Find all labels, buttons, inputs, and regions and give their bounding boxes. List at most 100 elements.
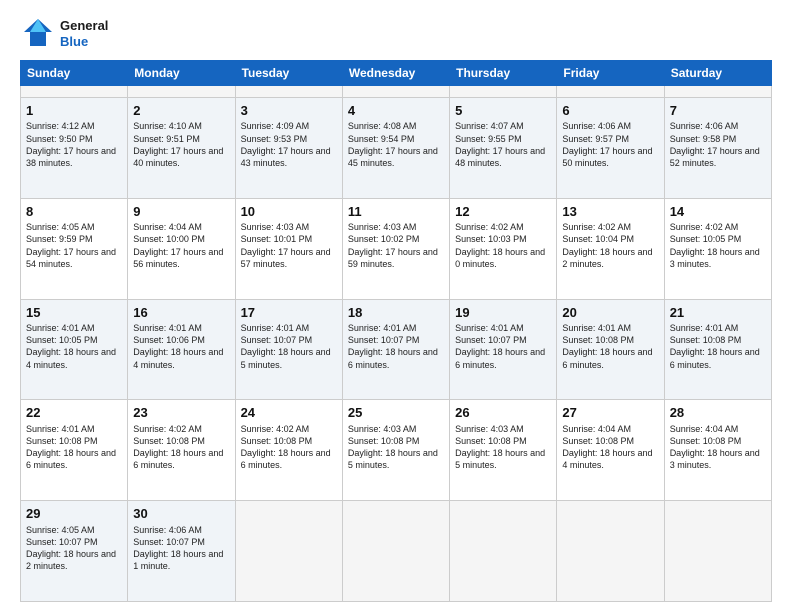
- table-cell: 1 Sunrise: 4:12 AM Sunset: 9:50 PM Dayli…: [21, 97, 128, 198]
- table-cell: [450, 86, 557, 98]
- table-cell: 27 Sunrise: 4:04 AM Sunset: 10:08 PM Day…: [557, 400, 664, 501]
- table-cell: 23 Sunrise: 4:02 AM Sunset: 10:08 PM Day…: [128, 400, 235, 501]
- day-number: 3: [241, 102, 337, 120]
- table-cell: 4 Sunrise: 4:08 AM Sunset: 9:54 PM Dayli…: [342, 97, 449, 198]
- daylight: Daylight: 17 hours and 50 minutes.: [562, 146, 652, 168]
- sunset: Sunset: 10:08 PM: [562, 335, 634, 345]
- table-cell: 10 Sunrise: 4:03 AM Sunset: 10:01 PM Day…: [235, 198, 342, 299]
- sunrise: Sunrise: 4:12 AM: [26, 121, 95, 131]
- sunrise: Sunrise: 4:01 AM: [562, 323, 631, 333]
- logo-line2: Blue: [60, 34, 108, 50]
- day-number: 27: [562, 404, 658, 422]
- daylight: Daylight: 17 hours and 59 minutes.: [348, 247, 438, 269]
- sunset: Sunset: 10:01 PM: [241, 234, 313, 244]
- daylight: Daylight: 18 hours and 5 minutes.: [348, 448, 438, 470]
- sunrise: Sunrise: 4:01 AM: [26, 424, 95, 434]
- day-number: 12: [455, 203, 551, 221]
- day-number: 23: [133, 404, 229, 422]
- table-cell: [21, 86, 128, 98]
- calendar-row: 8 Sunrise: 4:05 AM Sunset: 9:59 PM Dayli…: [21, 198, 772, 299]
- day-number: 13: [562, 203, 658, 221]
- table-cell: 12 Sunrise: 4:02 AM Sunset: 10:03 PM Day…: [450, 198, 557, 299]
- daylight: Daylight: 18 hours and 6 minutes.: [133, 448, 223, 470]
- logo-line1: General: [60, 18, 108, 34]
- day-number: 19: [455, 304, 551, 322]
- table-cell: [450, 501, 557, 602]
- calendar-row: 22 Sunrise: 4:01 AM Sunset: 10:08 PM Day…: [21, 400, 772, 501]
- sunrise: Sunrise: 4:06 AM: [133, 525, 202, 535]
- day-number: 15: [26, 304, 122, 322]
- page: General Blue Sunday Monday Tuesday Wedne…: [0, 0, 792, 612]
- sunset: Sunset: 10:04 PM: [562, 234, 634, 244]
- table-cell: 19 Sunrise: 4:01 AM Sunset: 10:07 PM Day…: [450, 299, 557, 400]
- sunrise: Sunrise: 4:01 AM: [241, 323, 310, 333]
- table-cell: 2 Sunrise: 4:10 AM Sunset: 9:51 PM Dayli…: [128, 97, 235, 198]
- sunset: Sunset: 9:57 PM: [562, 134, 629, 144]
- daylight: Daylight: 17 hours and 40 minutes.: [133, 146, 223, 168]
- daylight: Daylight: 18 hours and 6 minutes.: [670, 347, 760, 369]
- table-cell: 17 Sunrise: 4:01 AM Sunset: 10:07 PM Day…: [235, 299, 342, 400]
- sunrise: Sunrise: 4:02 AM: [241, 424, 310, 434]
- table-cell: 7 Sunrise: 4:06 AM Sunset: 9:58 PM Dayli…: [664, 97, 771, 198]
- sunrise: Sunrise: 4:04 AM: [562, 424, 631, 434]
- day-number: 16: [133, 304, 229, 322]
- sunset: Sunset: 10:07 PM: [455, 335, 527, 345]
- daylight: Daylight: 18 hours and 4 minutes.: [26, 347, 116, 369]
- table-cell: 9 Sunrise: 4:04 AM Sunset: 10:00 PM Dayl…: [128, 198, 235, 299]
- table-cell: 3 Sunrise: 4:09 AM Sunset: 9:53 PM Dayli…: [235, 97, 342, 198]
- table-cell: [557, 86, 664, 98]
- day-number: 1: [26, 102, 122, 120]
- day-number: 26: [455, 404, 551, 422]
- sunrise: Sunrise: 4:04 AM: [133, 222, 202, 232]
- sunset: Sunset: 10:07 PM: [348, 335, 420, 345]
- header: General Blue: [20, 16, 772, 52]
- sunrise: Sunrise: 4:07 AM: [455, 121, 524, 131]
- table-cell: 13 Sunrise: 4:02 AM Sunset: 10:04 PM Day…: [557, 198, 664, 299]
- daylight: Daylight: 18 hours and 4 minutes.: [133, 347, 223, 369]
- sunrise: Sunrise: 4:10 AM: [133, 121, 202, 131]
- logo: General Blue: [20, 16, 108, 52]
- daylight: Daylight: 17 hours and 38 minutes.: [26, 146, 116, 168]
- sunrise: Sunrise: 4:03 AM: [241, 222, 310, 232]
- daylight: Daylight: 18 hours and 0 minutes.: [455, 247, 545, 269]
- logo-text: General Blue: [60, 18, 108, 49]
- table-cell: 11 Sunrise: 4:03 AM Sunset: 10:02 PM Day…: [342, 198, 449, 299]
- table-cell: 6 Sunrise: 4:06 AM Sunset: 9:57 PM Dayli…: [557, 97, 664, 198]
- sunrise: Sunrise: 4:06 AM: [670, 121, 739, 131]
- sunrise: Sunrise: 4:06 AM: [562, 121, 631, 131]
- day-number: 29: [26, 505, 122, 523]
- daylight: Daylight: 18 hours and 6 minutes.: [241, 448, 331, 470]
- sunset: Sunset: 9:50 PM: [26, 134, 93, 144]
- sunrise: Sunrise: 4:01 AM: [26, 323, 95, 333]
- col-monday: Monday: [128, 61, 235, 86]
- table-cell: [342, 86, 449, 98]
- sunset: Sunset: 10:08 PM: [670, 436, 742, 446]
- sunset: Sunset: 10:08 PM: [562, 436, 634, 446]
- sunset: Sunset: 10:08 PM: [455, 436, 527, 446]
- daylight: Daylight: 18 hours and 4 minutes.: [562, 448, 652, 470]
- daylight: Daylight: 17 hours and 57 minutes.: [241, 247, 331, 269]
- sunset: Sunset: 10:08 PM: [348, 436, 420, 446]
- table-cell: 22 Sunrise: 4:01 AM Sunset: 10:08 PM Day…: [21, 400, 128, 501]
- day-number: 6: [562, 102, 658, 120]
- calendar-table: Sunday Monday Tuesday Wednesday Thursday…: [20, 60, 772, 602]
- sunrise: Sunrise: 4:05 AM: [26, 222, 95, 232]
- sunset: Sunset: 9:51 PM: [133, 134, 200, 144]
- col-saturday: Saturday: [664, 61, 771, 86]
- day-number: 9: [133, 203, 229, 221]
- sunrise: Sunrise: 4:01 AM: [348, 323, 417, 333]
- table-cell: 16 Sunrise: 4:01 AM Sunset: 10:06 PM Day…: [128, 299, 235, 400]
- daylight: Daylight: 17 hours and 56 minutes.: [133, 247, 223, 269]
- table-cell: 28 Sunrise: 4:04 AM Sunset: 10:08 PM Day…: [664, 400, 771, 501]
- day-number: 11: [348, 203, 444, 221]
- daylight: Daylight: 17 hours and 48 minutes.: [455, 146, 545, 168]
- daylight: Daylight: 18 hours and 6 minutes.: [348, 347, 438, 369]
- day-number: 2: [133, 102, 229, 120]
- calendar-row: [21, 86, 772, 98]
- day-number: 25: [348, 404, 444, 422]
- table-cell: 24 Sunrise: 4:02 AM Sunset: 10:08 PM Day…: [235, 400, 342, 501]
- col-tuesday: Tuesday: [235, 61, 342, 86]
- day-number: 7: [670, 102, 766, 120]
- col-wednesday: Wednesday: [342, 61, 449, 86]
- day-number: 21: [670, 304, 766, 322]
